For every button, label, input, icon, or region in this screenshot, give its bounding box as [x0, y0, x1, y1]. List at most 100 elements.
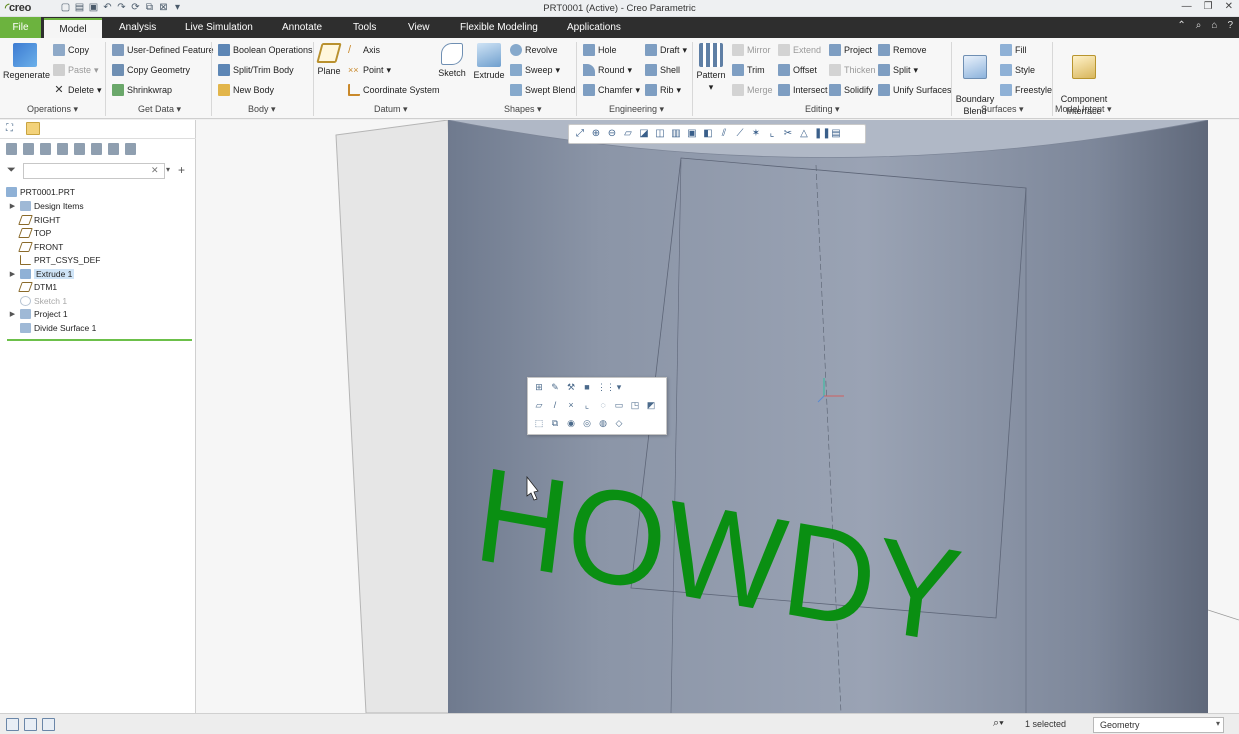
unify-surfaces-button[interactable]: Unify Surfaces	[878, 84, 952, 96]
group-shapes[interactable]: Shapes ▾	[504, 104, 542, 115]
close-button[interactable]: ✕	[1225, 1, 1233, 12]
tree-item-divide-surface-1[interactable]: Divide Surface 1	[8, 323, 96, 333]
info-icon[interactable]: ◇	[613, 417, 625, 429]
community-icon[interactable]: ⌂	[1211, 20, 1217, 31]
repaint-icon[interactable]: ▱	[622, 128, 634, 140]
shrinkwrap-button[interactable]: Shrinkwrap	[112, 84, 172, 96]
udf-button[interactable]: User-Defined Feature	[112, 44, 214, 56]
group-surfaces[interactable]: Surfaces ▾	[981, 104, 1024, 115]
group-get-data[interactable]: Get Data ▾	[138, 104, 181, 115]
display-style-icon[interactable]: ◧	[702, 128, 714, 140]
clear-filter-icon[interactable]: ✕	[151, 165, 159, 176]
layer-icon[interactable]: ◳	[629, 399, 641, 411]
collapse-icon[interactable]	[108, 143, 119, 155]
tab-live-simulation[interactable]: Live Simulation	[185, 22, 253, 33]
navigator-toggle-icon[interactable]	[6, 718, 19, 731]
group-model-intent[interactable]: Model Intent ▾	[1055, 104, 1112, 115]
refit-icon[interactable]: ⤢	[574, 128, 586, 140]
model-tree-tab-icon[interactable]: ⛶	[6, 123, 18, 135]
remove-button[interactable]: Remove	[878, 44, 927, 56]
more-icon[interactable]	[125, 143, 136, 155]
filter-icon[interactable]: ⏷	[7, 164, 16, 177]
help-icon[interactable]: ?	[1227, 20, 1233, 31]
tab-applications[interactable]: Applications	[567, 22, 621, 33]
plane-button[interactable]: Plane	[315, 43, 343, 77]
new-body-button[interactable]: New Body	[218, 84, 274, 96]
tree-item-top[interactable]: TOP	[8, 228, 51, 238]
search-icon[interactable]: ⌕	[1196, 20, 1202, 31]
draft-button[interactable]: Draft ▾	[645, 44, 687, 56]
fill-button[interactable]: Fill	[1000, 44, 1027, 56]
style-button[interactable]: Style	[1000, 64, 1035, 76]
tree-search-input[interactable]	[23, 163, 165, 179]
offset-button[interactable]: Offset	[778, 64, 817, 76]
axis-button[interactable]: / Axis	[348, 44, 380, 56]
expand-arrow-icon[interactable]: ▶	[8, 310, 17, 318]
split-trim-body-button[interactable]: Split/Trim Body	[218, 64, 294, 76]
settings-icon[interactable]	[74, 143, 85, 155]
tree-item-dtm1[interactable]: DTM1	[8, 282, 57, 292]
coordinate-system-button[interactable]: Coordinate System	[348, 84, 440, 96]
tree-item-project-1[interactable]: ▶ Project 1	[8, 309, 68, 319]
group-body[interactable]: Body ▾	[248, 104, 276, 115]
plane-icon[interactable]: ▱	[533, 399, 545, 411]
point-button[interactable]: ×× Point ▾	[348, 64, 391, 76]
tab-analysis[interactable]: Analysis	[119, 22, 156, 33]
regenerate-button[interactable]: Regenerate	[3, 43, 50, 81]
table-columns-icon[interactable]	[57, 143, 68, 155]
expand-icon[interactable]	[91, 143, 102, 155]
freestyle-button[interactable]: Freestyle	[1000, 84, 1052, 96]
section-icon[interactable]: △	[798, 128, 810, 140]
tree-item-part[interactable]: PRT0001.PRT	[6, 187, 75, 197]
tree-item-extrude-1[interactable]: ▶ Extrude 1	[8, 269, 75, 279]
group-operations[interactable]: Operations ▾	[27, 104, 78, 115]
tab-file[interactable]: File	[0, 17, 41, 38]
swept-blend-button[interactable]: Swept Blend	[510, 84, 576, 96]
browser-toggle-icon[interactable]	[24, 718, 37, 731]
pause-icon[interactable]: ❚❚	[814, 128, 831, 140]
perspective-icon[interactable]: ▣	[686, 128, 698, 140]
edit-definition-icon[interactable]: ✎	[549, 381, 561, 393]
saved-orientations-icon[interactable]: ◫	[654, 128, 666, 140]
boolean-operations-button[interactable]: Boolean Operations	[218, 44, 313, 56]
pattern-icon[interactable]: ⋮⋮	[597, 381, 615, 393]
sketch-icon[interactable]: ◌	[597, 399, 609, 411]
solidify-button[interactable]: Solidify	[829, 84, 873, 96]
folder-browser-tab-icon[interactable]	[26, 122, 40, 135]
group-datum[interactable]: Datum ▾	[374, 104, 408, 115]
group-engineering[interactable]: Engineering ▾	[609, 104, 664, 115]
insert-here-indicator[interactable]	[7, 339, 192, 341]
datum-display-icon[interactable]: ⫽	[718, 128, 730, 140]
delete-button[interactable]: ✕ Delete ▾	[53, 84, 101, 96]
copy-icon[interactable]: ⧉	[549, 417, 561, 429]
extend-button[interactable]: Extend	[778, 44, 821, 56]
select-icon[interactable]: ⬚	[533, 417, 545, 429]
collapse-ribbon-icon[interactable]: ⌃	[1177, 20, 1185, 31]
mirror-button[interactable]: Mirror	[732, 44, 771, 56]
tree-item-design-items[interactable]: ▶ Design Items	[8, 201, 84, 211]
add-filter-icon[interactable]: +	[178, 163, 185, 177]
model-canvas[interactable]: HOWDY	[196, 120, 1239, 713]
suppress-icon[interactable]: ■	[581, 381, 593, 393]
sweep-button[interactable]: Sweep ▾	[510, 64, 560, 76]
appearance-icon[interactable]: ◩	[645, 399, 657, 411]
find-icon[interactable]: ⌕▾	[993, 717, 1004, 730]
paste-button[interactable]: Paste ▾	[53, 64, 99, 76]
selection-count[interactable]: 1 selected	[1025, 719, 1066, 729]
selection-filter-dropdown[interactable]: Geometry ▾	[1093, 717, 1224, 733]
axis-icon[interactable]: /	[549, 399, 561, 411]
restore-button[interactable]: ❐	[1204, 1, 1213, 12]
sketch-button[interactable]: Sketch	[438, 43, 466, 79]
thicken-button[interactable]: Thicken	[829, 64, 876, 76]
csys-icon[interactable]: ⌞	[581, 399, 593, 411]
show-icon[interactable]	[6, 143, 17, 155]
graphics-window[interactable]: HOWDY ⤢ ⊕ ⊖ ▱ ◪ ◫ ▥ ▣ ◧ ⫽ ⟋ ✶ ⌞ ✂ △ ❚❚ ▤…	[196, 120, 1239, 713]
hole-button[interactable]: Hole	[583, 44, 617, 56]
expand-arrow-icon[interactable]: ▶	[8, 202, 17, 210]
mini-more-icon[interactable]: ▾	[613, 381, 625, 393]
points-display-icon[interactable]: ✶	[750, 128, 762, 140]
split-button[interactable]: Split ▾	[878, 64, 918, 76]
shell-button[interactable]: Shell	[645, 64, 680, 76]
extrude-button[interactable]: Extrude	[473, 43, 505, 81]
intersect-button[interactable]: Intersect	[778, 84, 828, 96]
